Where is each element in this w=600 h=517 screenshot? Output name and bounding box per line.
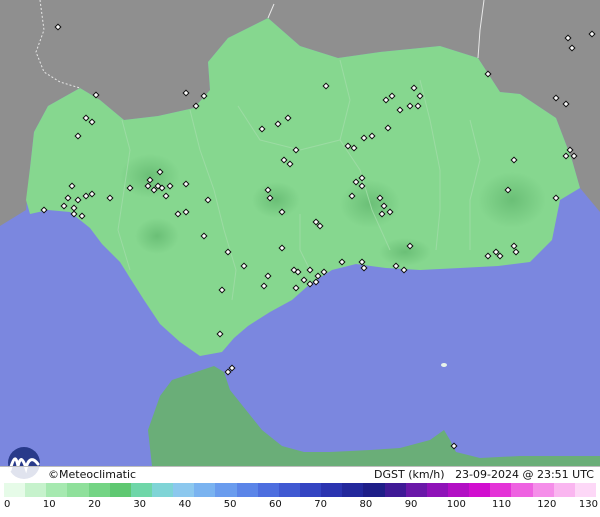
legend-swatch: [532, 483, 554, 497]
legend-tick-label: 120: [537, 499, 557, 510]
legend-tick-label: 110: [491, 499, 512, 510]
legend-tick-label: 80: [359, 499, 373, 510]
legend-tick-label: 30: [133, 499, 147, 510]
brand: ©Meteoclimatic: [48, 468, 136, 481]
legend-tick-label: 50: [223, 499, 237, 510]
legend-swatch: [257, 483, 279, 497]
legend-swatch: [215, 483, 237, 497]
legend-swatch: [67, 483, 89, 497]
info-bar: ©Meteoclimatic DGST (km/h) 23-09-2024 @ …: [0, 466, 600, 482]
legend-swatch: [469, 483, 491, 497]
color-legend: 0 10 20 30 40 50 60 70 80 90 100 110 120 130: [0, 481, 600, 517]
legend-swatch: [151, 483, 174, 497]
legend-swatch: [363, 483, 385, 497]
alboran-island: [441, 363, 447, 367]
legend-swatch: [4, 483, 26, 497]
legend-swatch: [490, 483, 512, 497]
legend-tick-label: 40: [178, 499, 192, 510]
legend-tick-label: 100: [446, 499, 466, 510]
legend-color-strip: [4, 483, 596, 497]
legend-swatch: [25, 483, 47, 497]
legend-tick-label: 20: [88, 499, 101, 510]
legend-tick-label: 0: [4, 499, 11, 510]
legend-swatch: [194, 483, 216, 497]
map-panel: [0, 0, 600, 466]
timestamp-label: 23-09-2024 @ 23:51 UTC: [455, 468, 594, 481]
legend-tick-label: 10: [42, 499, 56, 510]
legend-swatch: [236, 483, 258, 497]
legend-tick-label: 90: [404, 499, 418, 510]
legend-swatch: [88, 483, 110, 497]
legend-swatch: [574, 483, 596, 497]
legend-swatch: [278, 483, 300, 497]
variable-label: DGST (km/h): [374, 468, 445, 481]
legend-swatch: [299, 483, 322, 497]
legend-swatch: [46, 483, 68, 497]
legend-ticks: 0 10 20 30 40 50 60 70 80 90 100 110 120 130: [0, 499, 600, 515]
map-caption: DGST (km/h) 23-09-2024 @ 23:51 UTC: [374, 468, 594, 481]
legend-tick-label: 130: [578, 499, 598, 510]
legend-swatch: [426, 483, 448, 497]
legend-tick-label: 70: [314, 499, 327, 510]
legend-swatch: [109, 483, 131, 497]
legend-swatch: [173, 483, 195, 497]
legend-swatch: [342, 483, 364, 497]
legend-swatch: [405, 483, 427, 497]
andalusia-map: [0, 0, 600, 466]
legend-swatch: [511, 483, 533, 497]
brand-label: ©Meteoclimatic: [48, 468, 137, 481]
legend-swatch: [384, 483, 406, 497]
legend-swatch: [553, 483, 575, 497]
legend-swatch: [321, 483, 343, 497]
legend-swatch: [447, 483, 470, 497]
legend-swatch: [130, 483, 152, 497]
legend-tick-label: 60: [269, 499, 282, 510]
